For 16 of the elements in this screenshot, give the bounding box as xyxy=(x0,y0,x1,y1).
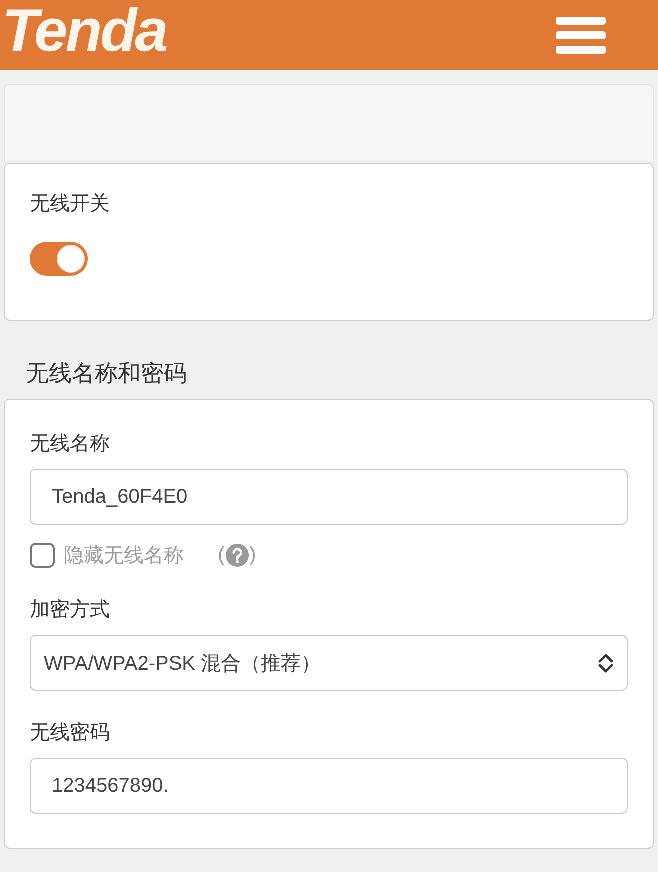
paren-text: ( xyxy=(218,544,225,566)
chevron-updown-icon xyxy=(598,654,614,672)
field-label: 无线开关 xyxy=(30,192,110,216)
text-input[interactable]: 1234567890. xyxy=(30,758,628,814)
section-title: 无线名称和密码 xyxy=(26,359,187,387)
checkbox[interactable] xyxy=(30,542,55,568)
paren-text: ) xyxy=(250,544,256,566)
toggle-switch[interactable] xyxy=(30,242,88,276)
field-label: 加密方式 xyxy=(30,598,110,622)
help-icon[interactable] xyxy=(226,544,249,566)
checkbox-label: 隐藏无线名称 xyxy=(64,544,184,568)
field-label: 无线密码 xyxy=(30,721,110,745)
menu-icon[interactable] xyxy=(556,16,606,54)
select-dropdown[interactable]: WPA/WPA2-PSK 混合（推荐） xyxy=(30,635,628,691)
text-input[interactable]: Tenda_60F4E0 xyxy=(30,469,628,525)
field-label: 无线名称 xyxy=(30,432,110,456)
